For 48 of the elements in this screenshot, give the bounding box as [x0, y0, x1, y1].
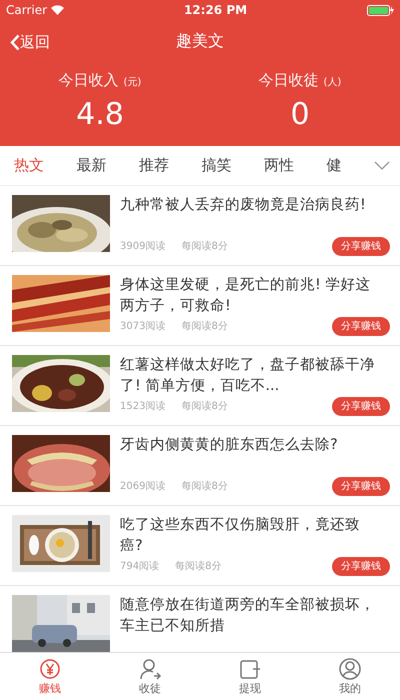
share-button[interactable]: 分享赚钱 [332, 557, 390, 576]
article-title[interactable]: 九种常被人丢弃的废物竟是治病良药! [120, 195, 390, 216]
article-title[interactable]: 牙齿内侧黄黄的脏东西怎么去除? [120, 435, 390, 456]
stat-value: 4.8 [75, 98, 125, 131]
page-title: 趣美文 [176, 30, 224, 52]
tab-bar-item[interactable]: 提现 [200, 657, 300, 698]
article-title[interactable]: 随意停放在街道两旁的车全部被损坏，车主已不知所措 [120, 595, 390, 637]
reward-text: 每阅读8分 [181, 320, 228, 334]
add-person-icon [138, 657, 162, 682]
share-button[interactable]: 分享赚钱 [332, 317, 390, 336]
read-count: 2069阅读 [120, 480, 166, 494]
reward-text: 每阅读8分 [175, 560, 222, 574]
article-title[interactable]: 身体这里发硬，是死亡的前兆! 学好这两方子，可救命! [120, 275, 390, 317]
category-tab[interactable]: 热文 [14, 154, 44, 177]
share-button[interactable]: 分享赚钱 [332, 477, 390, 496]
category-tab[interactable]: 搞笑 [202, 154, 232, 177]
reward-text: 每阅读8分 [181, 480, 228, 494]
back-button[interactable]: 返回 [10, 31, 50, 54]
read-count: 1523阅读 [120, 400, 166, 414]
tab-bar-item[interactable]: 我的 [300, 657, 400, 698]
article-title[interactable]: 吃了这些东西不仅伤脑毁肝，竟还致癌? [120, 515, 390, 557]
reward-text: 每阅读8分 [181, 400, 228, 414]
stat-unit: (人) [323, 77, 342, 88]
read-count: 3909阅读 [120, 240, 166, 254]
share-button[interactable]: 分享赚钱 [332, 237, 390, 256]
carrier-text: Carrier [6, 2, 48, 19]
read-count: 3073阅读 [120, 320, 166, 334]
stat-unit: (元) [123, 77, 142, 88]
back-icon [10, 34, 20, 51]
tab-bar-item[interactable]: 赚钱 [0, 657, 100, 698]
category-tab[interactable]: 健 [326, 154, 342, 177]
yen-coin-icon [38, 657, 62, 682]
category-tab[interactable]: 两性 [264, 154, 294, 177]
stat-label: 今日收徒 [258, 71, 319, 90]
tab-bar-item[interactable]: 收徒 [100, 657, 200, 698]
chevron-down-icon[interactable] [374, 161, 390, 170]
category-tab[interactable]: 推荐 [139, 154, 169, 177]
time-text: 12:26 PM [184, 2, 248, 19]
wifi-icon [51, 5, 64, 15]
read-count: 794阅读 [120, 560, 160, 574]
person-icon [338, 657, 362, 682]
battery-icon [366, 4, 394, 16]
reward-text: 每阅读8分 [181, 240, 228, 254]
share-button[interactable]: 分享赚钱 [332, 397, 390, 416]
stat-label: 今日收入 [58, 71, 119, 90]
stat-value: 0 [289, 98, 311, 131]
category-tab[interactable]: 最新 [76, 154, 106, 177]
article-title[interactable]: 红薯这样做太好吃了，盘子都被舔干净了! 简单方便，百吃不... [120, 355, 390, 397]
